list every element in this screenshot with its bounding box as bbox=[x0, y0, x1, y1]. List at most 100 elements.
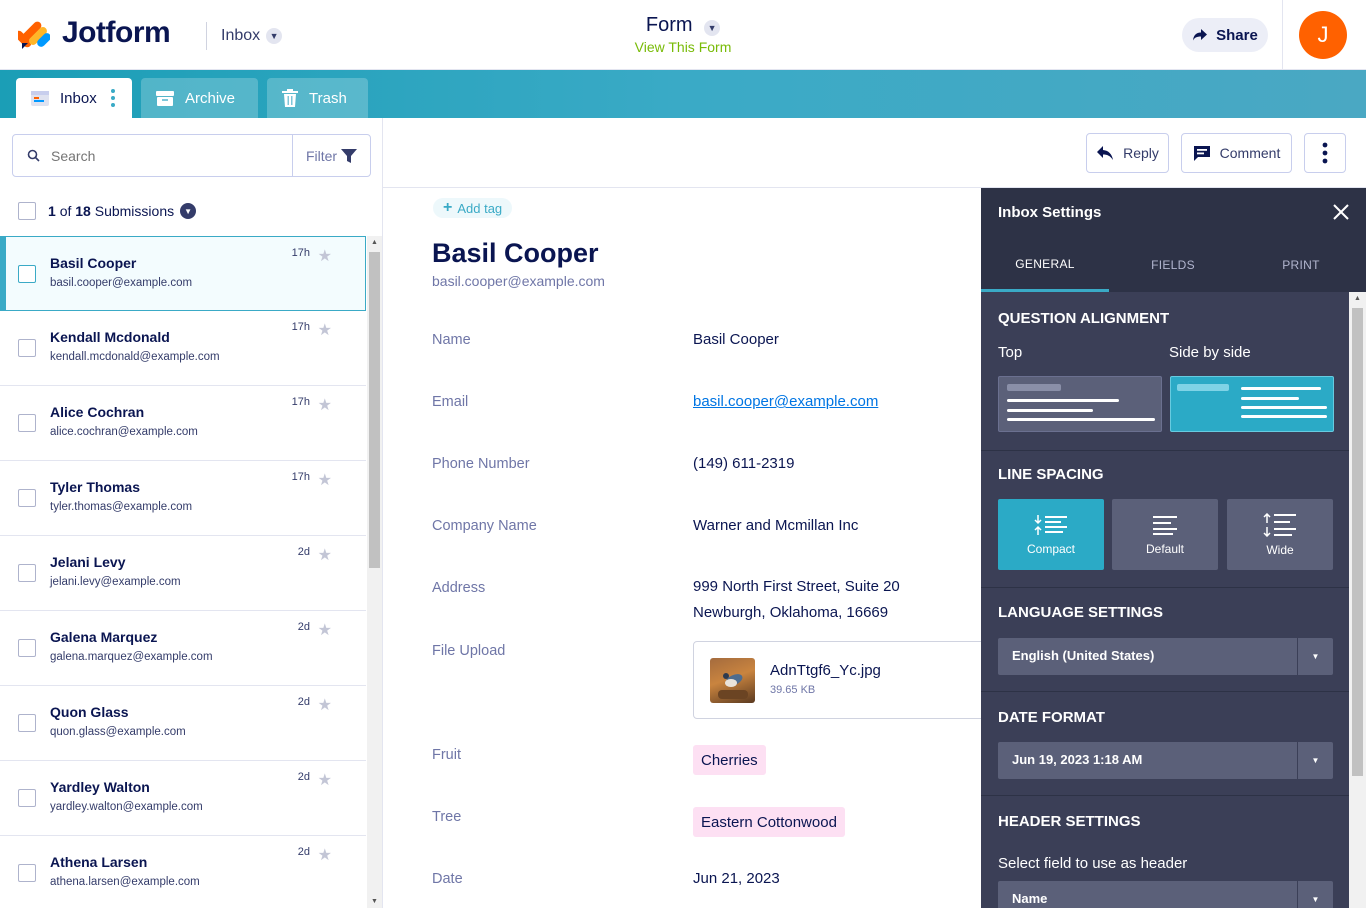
file-size: 39.65 KB bbox=[770, 684, 816, 696]
list-item[interactable]: Quon Glass quon.glass@example.com 2d ★ bbox=[0, 686, 366, 761]
filter-button[interactable]: Filter bbox=[292, 135, 370, 176]
row-checkbox[interactable] bbox=[18, 714, 36, 732]
submission-list-pane: Filter 1 of 18 Submissions ▼ Basil Coope… bbox=[0, 118, 383, 908]
list-item[interactable]: Galena Marquez galena.marquez@example.co… bbox=[0, 611, 366, 686]
field-label-fruit: Fruit bbox=[432, 747, 461, 763]
count-total: 18 bbox=[75, 203, 91, 219]
submitter-email: tyler.thomas@example.com bbox=[50, 501, 193, 513]
scrollbar-thumb[interactable] bbox=[1352, 308, 1363, 776]
scroll-up-arrow-icon[interactable]: ▲ bbox=[371, 239, 378, 246]
avatar[interactable]: J bbox=[1299, 11, 1347, 59]
chevron-down-icon: ▼ bbox=[1297, 638, 1333, 675]
row-checkbox[interactable] bbox=[18, 564, 36, 582]
alignment-side-by-side-option[interactable] bbox=[1170, 376, 1334, 432]
date-format-select[interactable]: Jun 19, 2023 1:18 AM ▼ bbox=[998, 742, 1333, 779]
list-item[interactable]: Yardley Walton yardley.walton@example.co… bbox=[0, 761, 366, 836]
star-icon[interactable]: ★ bbox=[318, 246, 332, 266]
view-form-link[interactable]: View This Form bbox=[0, 39, 1366, 55]
submitter-name: Jelani Levy bbox=[50, 554, 126, 570]
star-icon[interactable]: ★ bbox=[318, 545, 332, 565]
search-input[interactable] bbox=[13, 135, 292, 176]
more-vertical-icon[interactable] bbox=[110, 89, 115, 107]
row-checkbox[interactable] bbox=[18, 265, 36, 283]
tab-general[interactable]: GENERAL bbox=[981, 238, 1109, 292]
field-label-email: Email bbox=[432, 394, 469, 410]
search-icon bbox=[27, 149, 40, 162]
row-checkbox[interactable] bbox=[18, 639, 36, 657]
list-item[interactable]: Kendall Mcdonald kendall.mcdonald@exampl… bbox=[0, 311, 366, 386]
reply-button[interactable]: Reply bbox=[1086, 133, 1169, 173]
tab-inbox[interactable]: Inbox bbox=[16, 78, 132, 118]
chevron-down-icon[interactable]: ▼ bbox=[180, 203, 197, 219]
list-item[interactable]: Jelani Levy jelani.levy@example.com 2d ★ bbox=[0, 536, 366, 611]
star-icon[interactable]: ★ bbox=[318, 320, 332, 340]
scrollbar-thumb[interactable] bbox=[369, 252, 380, 568]
submission-time: 2d bbox=[297, 621, 310, 633]
star-icon[interactable]: ★ bbox=[318, 845, 332, 865]
add-tag-button[interactable]: + Add tag bbox=[433, 198, 513, 218]
list-item[interactable]: Tyler Thomas tyler.thomas@example.com 17… bbox=[0, 461, 366, 536]
line-spacing-default-option[interactable]: Default bbox=[1112, 499, 1218, 570]
reply-button-label: Reply bbox=[1123, 145, 1159, 161]
field-label-file-upload: File Upload bbox=[432, 643, 506, 659]
file-attachment[interactable]: AdnTtgf6_Yc.jpg 39.65 KB bbox=[693, 641, 993, 719]
tab-archive[interactable]: Archive bbox=[141, 78, 258, 118]
scroll-up-arrow-icon[interactable]: ▲ bbox=[1354, 295, 1361, 302]
language-select[interactable]: English (United States) ▼ bbox=[998, 638, 1333, 675]
submitter-email: basil.cooper@example.com bbox=[50, 277, 193, 289]
star-icon[interactable]: ★ bbox=[318, 695, 332, 715]
settings-header: Inbox Settings bbox=[981, 188, 1366, 238]
submitter-email: kendall.mcdonald@example.com bbox=[50, 351, 220, 363]
submitter-name: Alice Cochran bbox=[50, 404, 145, 420]
form-title[interactable]: Form ▼ bbox=[0, 14, 1366, 37]
bird-image-icon bbox=[718, 673, 748, 699]
tab-print[interactable]: PRINT bbox=[1237, 238, 1365, 292]
row-checkbox[interactable] bbox=[18, 789, 36, 807]
comment-button[interactable]: Comment bbox=[1181, 133, 1292, 173]
submitter-name: Yardley Walton bbox=[50, 779, 150, 795]
field-value-company: Warner and Mcmillan Inc bbox=[693, 517, 859, 534]
default-spacing-icon bbox=[1153, 515, 1177, 535]
submission-time: 17h bbox=[291, 396, 310, 408]
list-item[interactable]: Alice Cochran alice.cochran@example.com … bbox=[0, 386, 366, 461]
star-icon[interactable]: ★ bbox=[318, 470, 332, 490]
compact-label: Compact bbox=[1026, 541, 1076, 556]
share-button-label: Share bbox=[1216, 26, 1258, 44]
star-icon[interactable]: ★ bbox=[318, 620, 332, 640]
row-checkbox[interactable] bbox=[18, 414, 36, 432]
tab-fields[interactable]: FIELDS bbox=[1109, 238, 1237, 292]
file-name: AdnTtgf6_Yc.jpg bbox=[770, 662, 881, 679]
share-arrow-icon bbox=[1193, 29, 1208, 41]
close-icon[interactable] bbox=[1331, 202, 1351, 222]
submission-list-scrollbar[interactable]: ▲ ▼ bbox=[367, 236, 382, 908]
share-button[interactable]: Share bbox=[1182, 18, 1268, 52]
tab-inbox-label: Inbox bbox=[60, 89, 97, 107]
scroll-down-arrow-icon[interactable]: ▼ bbox=[371, 898, 378, 905]
tab-trash[interactable]: Trash bbox=[267, 78, 368, 118]
date-format-heading: DATE FORMAT bbox=[998, 709, 1105, 726]
comment-button-label: Comment bbox=[1219, 145, 1281, 161]
field-value-phone: (149) 611-2319 bbox=[693, 455, 795, 472]
row-checkbox[interactable] bbox=[18, 864, 36, 882]
row-checkbox[interactable] bbox=[18, 489, 36, 507]
header-field-select[interactable]: Name ▼ bbox=[998, 881, 1333, 908]
more-options-button[interactable] bbox=[1304, 133, 1346, 173]
list-item[interactable]: Athena Larsen athena.larsen@example.com … bbox=[0, 836, 366, 908]
line-spacing-compact-option[interactable]: Compact bbox=[998, 499, 1104, 570]
header-field-prompt: Select field to use as header bbox=[998, 855, 1188, 872]
count-current: 1 bbox=[48, 203, 56, 219]
plus-icon: + bbox=[443, 199, 453, 216]
star-icon[interactable]: ★ bbox=[318, 770, 332, 790]
chevron-down-icon: ▼ bbox=[1297, 881, 1333, 908]
alignment-top-option[interactable] bbox=[998, 376, 1162, 432]
settings-scrollbar[interactable]: ▲ bbox=[1349, 292, 1366, 908]
list-item[interactable]: Basil Cooper basil.cooper@example.com 17… bbox=[0, 236, 366, 311]
select-all-checkbox[interactable] bbox=[18, 202, 36, 220]
row-checkbox[interactable] bbox=[18, 339, 36, 357]
star-icon[interactable]: ★ bbox=[318, 395, 332, 415]
funnel-icon bbox=[341, 148, 358, 163]
line-spacing-wide-option[interactable]: Wide bbox=[1227, 499, 1333, 570]
header-field-select-value: Name bbox=[1012, 891, 1048, 906]
field-value-email-link[interactable]: basil.cooper@example.com bbox=[693, 393, 878, 410]
chevron-down-icon: ▼ bbox=[1297, 742, 1333, 779]
